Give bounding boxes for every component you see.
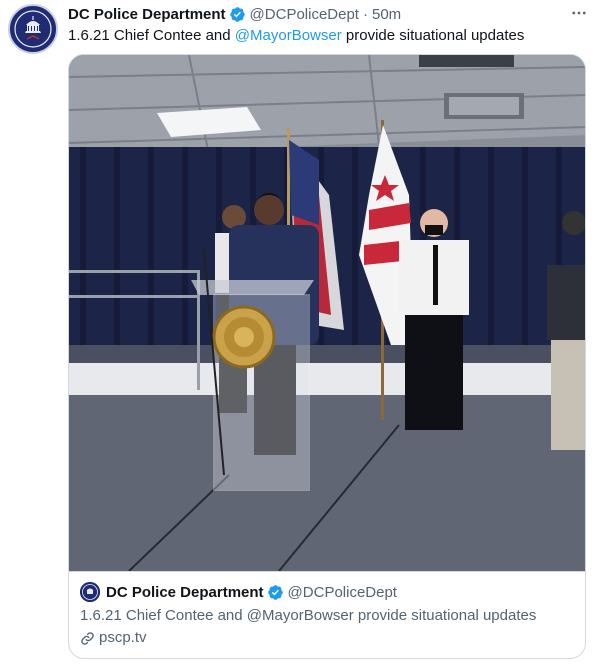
verified-badge-icon xyxy=(229,6,246,23)
separator-dot: · xyxy=(362,5,368,23)
card-avatar xyxy=(80,582,100,602)
link-icon xyxy=(80,631,95,646)
tweet[interactable]: DC Police Department @DCPoliceDept · 50m… xyxy=(0,0,600,667)
tweet-text: 1.6.21 Chief Contee and @MayorBowser pro… xyxy=(68,26,590,46)
card-author-handle: @DCPoliceDept xyxy=(287,583,397,601)
card-link[interactable]: pscp.tv xyxy=(80,628,576,648)
card-description: 1.6.21 Chief Contee and @MayorBowser pro… xyxy=(80,607,537,624)
card-info[interactable]: DC Police Department @DCPoliceDept 1.6.2… xyxy=(69,571,585,658)
tweet-header: DC Police Department @DCPoliceDept · 50m xyxy=(68,4,590,24)
police-badge-icon xyxy=(11,7,55,51)
verified-badge-icon xyxy=(267,584,284,601)
author-handle[interactable]: @DCPoliceDept xyxy=(250,6,359,23)
press-conference-photo xyxy=(69,55,585,571)
tweet-timestamp[interactable]: 50m xyxy=(372,6,401,23)
more-horizontal-icon[interactable] xyxy=(568,2,590,24)
tweet-text-suffix: provide situational updates xyxy=(341,27,525,44)
card-author: DC Police Department @DCPoliceDept xyxy=(80,582,576,602)
author-avatar[interactable] xyxy=(8,4,58,54)
card-link-domain[interactable]: pscp.tv xyxy=(99,628,147,648)
tweet-text-prefix: 1.6.21 Chief Contee and xyxy=(68,27,235,44)
mention-link[interactable]: @MayorBowser xyxy=(235,27,342,44)
video-thumbnail[interactable] xyxy=(69,55,585,571)
card-author-name: DC Police Department xyxy=(106,583,264,601)
author-display-name[interactable]: DC Police Department xyxy=(68,6,226,23)
police-badge-icon xyxy=(80,582,100,602)
link-card[interactable]: DC Police Department @DCPoliceDept 1.6.2… xyxy=(68,54,586,659)
